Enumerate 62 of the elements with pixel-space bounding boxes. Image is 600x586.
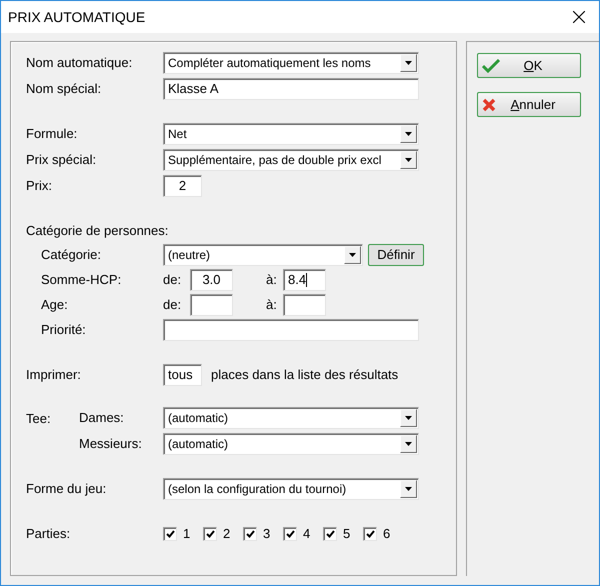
field-label: Catégorie de personnes:	[26, 222, 168, 240]
field-label: Forme du jeu:	[26, 480, 108, 498]
close-icon[interactable]	[573, 11, 585, 23]
text-field[interactable]: tous	[163, 364, 202, 386]
check-icon	[482, 58, 500, 72]
field-label: Nom spécial:	[26, 80, 102, 98]
checkbox-label: 2	[223, 525, 230, 544]
text-field[interactable]: 3.0	[190, 269, 233, 291]
checkbox[interactable]	[363, 527, 377, 541]
field-label: Dames:	[79, 409, 125, 428]
checkbox[interactable]	[283, 527, 297, 541]
field-label: Prix:	[26, 177, 53, 196]
check-icon	[206, 530, 214, 538]
field-label: à:	[266, 271, 278, 290]
field-label: Formule:	[26, 125, 78, 144]
define-button[interactable]: Définir	[368, 244, 424, 266]
checkbox[interactable]	[163, 527, 177, 541]
check-icon	[366, 530, 374, 538]
text-field[interactable]: 2	[163, 175, 202, 197]
field-label: Somme-HCP:	[41, 271, 122, 290]
field-label: Messieurs:	[79, 435, 143, 454]
dropdown[interactable]: Net	[163, 123, 419, 145]
checkbox-label: 1	[183, 525, 190, 544]
checkbox[interactable]	[203, 527, 217, 541]
check-icon	[166, 530, 174, 538]
checkbox-label: 4	[303, 525, 310, 544]
dropdown[interactable]: (neutre)	[163, 244, 363, 266]
field-label: de:	[163, 271, 182, 290]
dropdown[interactable]: (automatic)	[163, 433, 419, 455]
text-field[interactable]	[283, 294, 326, 316]
check-icon	[326, 530, 334, 538]
ok-button[interactable]: OK	[477, 53, 581, 78]
checkbox-label: 6	[383, 525, 390, 544]
checkbox[interactable]	[243, 527, 257, 541]
check-icon	[286, 530, 294, 538]
field-label: Catégorie:	[41, 246, 102, 264]
text-caret	[306, 273, 308, 287]
cross-icon	[482, 98, 496, 112]
window-title: PRIX AUTOMATIQUE	[8, 8, 146, 27]
field-label: Prix spécial:	[26, 151, 98, 170]
field-label: Priorité:	[41, 321, 87, 340]
checkbox-label: 3	[263, 525, 270, 544]
text-field[interactable]	[190, 294, 233, 316]
field-label: de:	[163, 296, 182, 314]
cancel-button[interactable]: Annuler	[477, 92, 581, 117]
dropdown[interactable]: (automatic)	[163, 407, 419, 429]
field-label: places dans la liste des résultats	[211, 366, 398, 384]
dropdown[interactable]: Compléter automatiquement les noms	[163, 52, 419, 74]
field-label: Tee:	[26, 410, 52, 428]
text-field[interactable]: 8.4	[283, 269, 326, 291]
checkbox[interactable]	[323, 527, 337, 541]
text-field[interactable]	[163, 319, 419, 341]
dropdown[interactable]: Supplémentaire, pas de double prix excl	[163, 149, 419, 171]
dropdown[interactable]: (selon la configuration du tournoi)	[163, 478, 419, 500]
field-label: Age:	[41, 296, 69, 314]
field-label: à:	[266, 296, 278, 314]
checkbox-label: 5	[343, 525, 350, 544]
check-icon	[246, 530, 254, 538]
field-label: Nom automatique:	[26, 54, 134, 72]
field-label: Imprimer:	[26, 366, 82, 384]
field-label: Parties:	[26, 525, 72, 544]
text-field[interactable]: Klasse A	[163, 78, 419, 100]
